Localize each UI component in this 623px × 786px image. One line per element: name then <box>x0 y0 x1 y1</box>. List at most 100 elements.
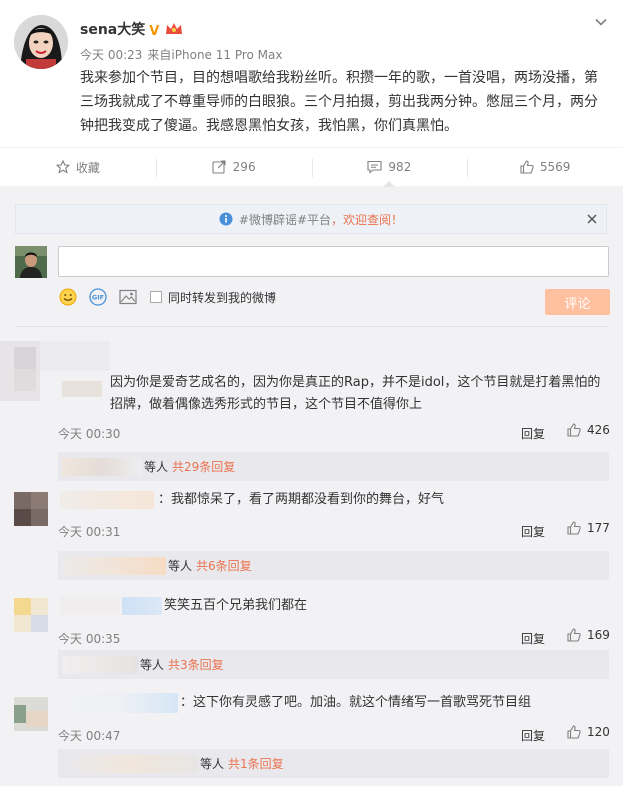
favorite-button[interactable]: 收藏 <box>0 148 156 186</box>
sub-replies-prefix: 等人 <box>144 460 169 474</box>
comment-like-button[interactable]: 169 <box>567 628 610 642</box>
like-button[interactable]: 5569 <box>467 148 623 186</box>
weibo-post: sena大笑 V 今天 00:23 来自iPhone 11 Pro Max 我来参加… <box>0 0 623 147</box>
comment-text: 因为你是爱奇艺成名的，因为你是真正的Rap，并不是idol，这个节目就是打着黑怕… <box>110 375 601 412</box>
post-text: 我来参加个节目，目的想唱歌给我粉丝听。积攒一年的歌，一首没唱，两场没播，第三场我… <box>80 70 598 134</box>
comment-time: 今天 00:31 <box>58 525 121 539</box>
comment-like-button[interactable]: 177 <box>567 521 610 535</box>
gif-button[interactable]: GIF <box>88 287 108 307</box>
info-icon <box>219 212 233 226</box>
thumbs-up-icon <box>567 725 581 739</box>
post-source: iPhone 11 Pro Max <box>171 48 283 62</box>
blurred-username <box>62 556 166 575</box>
post-meta: 今天 00:23 来自iPhone 11 Pro Max <box>80 46 283 63</box>
sub-replies-box[interactable]: 等人 共29条回复 <box>58 452 609 481</box>
sub-replies-box[interactable]: 等人 共1条回复 <box>58 749 609 778</box>
comment-like-button[interactable]: 120 <box>567 725 610 739</box>
image-button[interactable] <box>118 287 138 307</box>
blurred-username <box>62 754 198 773</box>
image-icon <box>119 289 137 305</box>
notice-tail[interactable]: ，欢迎查阅！ <box>331 211 403 228</box>
thumbs-up-icon <box>567 628 581 642</box>
comment-like-count: 169 <box>587 628 610 642</box>
comment-like-count: 120 <box>587 725 610 739</box>
blurred-avatar-image <box>14 697 48 731</box>
sub-replies-box[interactable]: 等人 共6条回复 <box>58 551 609 580</box>
chevron-down-icon[interactable] <box>595 16 607 28</box>
sub-replies-prefix: 等人 <box>200 757 225 771</box>
comment-text: 笑笑五百个兄弟我们都在 <box>164 598 308 613</box>
comment-input[interactable] <box>58 246 609 277</box>
comment-time: 今天 00:35 <box>58 632 121 646</box>
blurred-username <box>62 457 142 476</box>
thumbs-up-icon <box>567 521 581 535</box>
blurred-username <box>122 597 162 615</box>
sub-replies-prefix: 等人 <box>140 658 165 672</box>
thumbs-up-icon <box>567 423 581 437</box>
author-name-row: sena大笑 V <box>80 19 183 39</box>
comments-area: #微博辟谣#平台 ，欢迎查阅！ GIF 同时转发到我的微博 评论 因为你是爱奇艺… <box>0 187 623 786</box>
emoji-button[interactable] <box>58 287 78 307</box>
blurred-username <box>60 597 120 615</box>
thumbs-up-icon <box>520 160 534 174</box>
sub-replies-box[interactable]: 等人 共3条回复 <box>58 650 609 679</box>
comment-item: ：我都惊呆了，看了两期都没看到你的舞台，好气 今天 00:31 回复 177 <box>0 489 623 549</box>
comment-item: ：这下你有灵感了吧。加油。就这个情绪写一首歌骂死节目组 今天 00:47 回复 … <box>0 693 623 749</box>
verified-v-icon: V <box>149 24 160 39</box>
gif-icon: GIF <box>89 288 107 306</box>
sub-replies-link[interactable]: 共29条回复 <box>172 458 235 475</box>
comment-text: ：我都惊呆了，看了两期都没看到你的舞台，好气 <box>158 492 445 507</box>
comment-time: 今天 00:30 <box>58 427 121 441</box>
comment-item: 笑笑五百个兄弟我们都在 今天 00:35 回复 169 <box>0 596 623 651</box>
comment-item: 因为你是爱奇艺成名的，因为你是真正的Rap，并不是idol，这个节目就是打着黑怕… <box>0 334 623 464</box>
comment-button[interactable]: 982 <box>311 148 468 187</box>
comment-time: 今天 00:47 <box>58 729 121 743</box>
sub-replies-link[interactable]: 共3条回复 <box>168 656 224 673</box>
comment-count: 982 <box>388 160 412 174</box>
blurred-avatar-image <box>0 341 110 401</box>
reply-button[interactable]: 回复 <box>521 523 545 540</box>
notice-tag[interactable]: #微博辟谣#平台 <box>239 211 331 228</box>
blurred-username <box>62 655 138 674</box>
repost-sync-checkbox[interactable] <box>150 291 162 303</box>
composer-tools: GIF 同时转发到我的微博 <box>58 287 276 307</box>
author-avatar[interactable] <box>14 15 68 69</box>
repost-count: 296 <box>232 160 256 174</box>
favorite-label: 收藏 <box>75 160 100 175</box>
my-avatar[interactable] <box>15 246 47 278</box>
repost-button[interactable]: 296 <box>155 148 312 186</box>
reply-button[interactable]: 回复 <box>521 630 545 647</box>
comment-avatar[interactable] <box>0 341 110 401</box>
comment-avatar[interactable] <box>14 598 48 632</box>
comment-text: ：这下你有灵感了吧。加油。就这个情绪写一首歌骂死节目组 <box>180 695 532 710</box>
svg-text:GIF: GIF <box>92 294 104 302</box>
comment-like-count: 426 <box>587 423 610 437</box>
author-name[interactable]: sena大笑 <box>80 22 145 38</box>
sub-replies-prefix: 等人 <box>168 559 193 573</box>
sub-replies-link[interactable]: 共1条回复 <box>228 755 284 772</box>
comment-icon <box>367 160 382 174</box>
repost-icon <box>212 160 226 174</box>
blurred-username <box>60 491 154 509</box>
reply-button[interactable]: 回复 <box>521 425 545 442</box>
my-avatar-image <box>15 246 47 278</box>
comment-like-button[interactable]: 426 <box>567 423 610 437</box>
author-avatar-image <box>14 15 68 69</box>
repost-sync-label: 同时转发到我的微博 <box>168 290 277 305</box>
post-action-bar: 收藏 296 982 5569 <box>0 147 623 187</box>
vip-crown-icon <box>166 23 183 34</box>
sub-replies-link[interactable]: 共6条回复 <box>196 557 252 574</box>
rumor-notice-bar: #微博辟谣#平台 ，欢迎查阅！ <box>15 204 607 234</box>
composer-divider <box>15 326 609 327</box>
comment-like-count: 177 <box>587 521 610 535</box>
submit-comment-button[interactable]: 评论 <box>545 289 610 315</box>
comment-avatar[interactable] <box>14 697 48 731</box>
post-source-prefix: 来自 <box>147 48 172 62</box>
reply-button[interactable]: 回复 <box>521 727 545 744</box>
comment-avatar[interactable] <box>14 492 48 526</box>
close-icon[interactable] <box>586 213 598 225</box>
blurred-avatar-image <box>14 492 48 526</box>
blurred-avatar-image <box>14 598 48 632</box>
post-time[interactable]: 今天 00:23 <box>80 48 142 62</box>
star-icon <box>55 160 70 174</box>
